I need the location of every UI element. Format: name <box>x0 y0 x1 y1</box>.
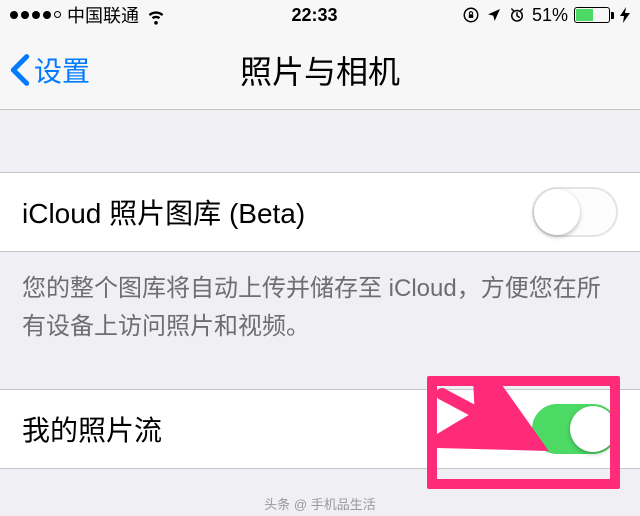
battery-percent: 51% <box>532 5 568 26</box>
status-left: 中国联通 <box>10 2 167 28</box>
location-icon <box>486 7 502 23</box>
charging-icon <box>620 7 630 23</box>
section-spacer <box>0 347 640 389</box>
toggle-knob <box>570 406 616 452</box>
page-title: 照片与相机 <box>0 47 640 93</box>
wifi-icon <box>145 4 167 26</box>
row-my-photo-stream[interactable]: 我的照片流 <box>0 389 640 469</box>
section-spacer <box>0 110 640 172</box>
watermark-text: 头条 @ 手机品生活 <box>0 494 640 516</box>
status-right: 51% <box>462 5 630 26</box>
back-label: 设置 <box>34 50 90 90</box>
row-label: iCloud 照片图库 (Beta) <box>22 192 305 232</box>
toggle-my-photo-stream[interactable] <box>532 404 618 454</box>
orientation-lock-icon <box>462 6 480 24</box>
status-time: 22:33 <box>291 5 337 26</box>
section-footer-text: 您的整个图库将自动上传并储存至 iCloud，方便您在所有设备上访问照片和视频。 <box>0 252 640 347</box>
row-icloud-photo-library[interactable]: iCloud 照片图库 (Beta) <box>0 172 640 252</box>
carrier-label: 中国联通 <box>67 2 139 28</box>
battery-icon <box>574 7 614 23</box>
signal-strength-icon <box>10 11 61 19</box>
toggle-knob <box>534 189 580 235</box>
status-bar: 中国联通 22:33 51% <box>0 0 640 30</box>
chevron-left-icon <box>10 53 30 87</box>
back-button[interactable]: 设置 <box>10 50 90 90</box>
navigation-bar: 设置 照片与相机 <box>0 30 640 110</box>
row-label: 我的照片流 <box>22 409 162 449</box>
toggle-icloud-photo-library[interactable] <box>532 187 618 237</box>
alarm-icon <box>508 6 526 24</box>
